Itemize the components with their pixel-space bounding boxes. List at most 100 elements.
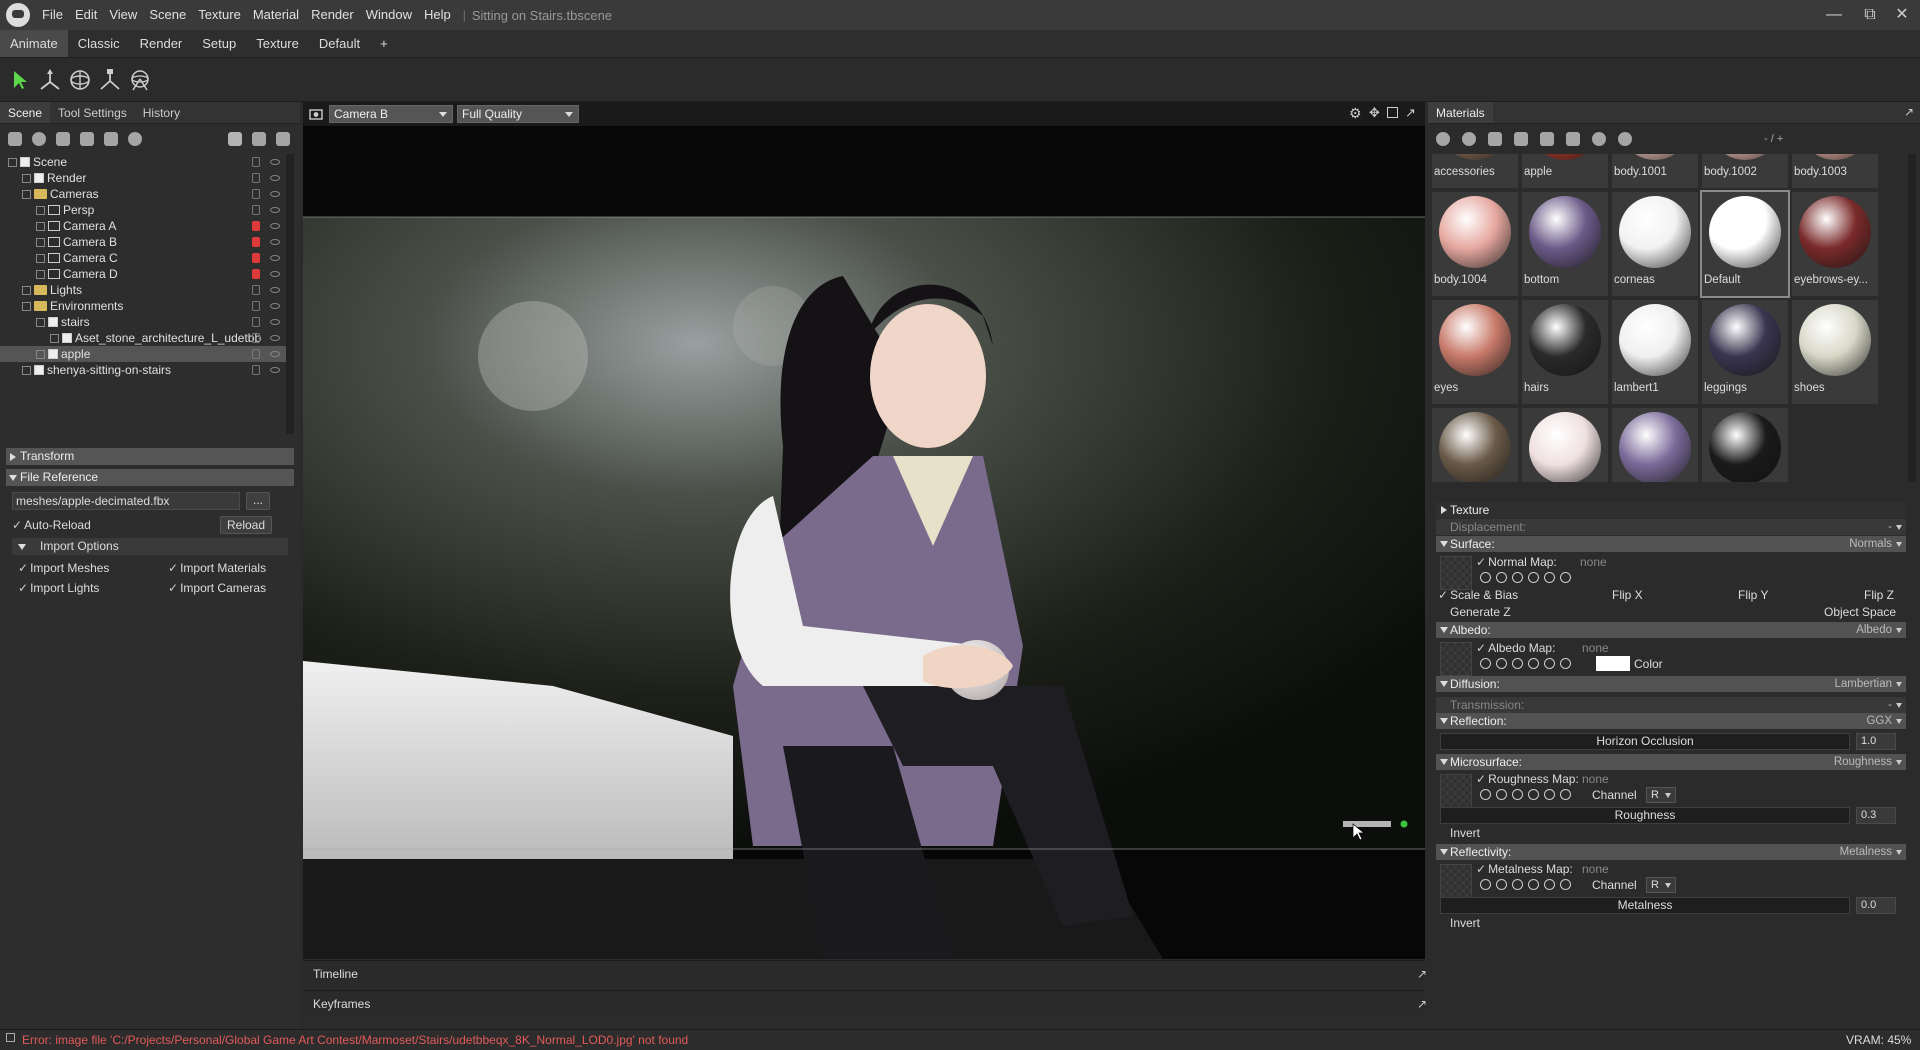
- lock-icon[interactable]: [252, 173, 260, 183]
- flip-x-checkbox[interactable]: Flip X: [1612, 588, 1643, 602]
- material-thumbnail[interactable]: [1612, 408, 1698, 482]
- material-thumbnail[interactable]: body.1001: [1612, 154, 1698, 188]
- metalness-value[interactable]: 0.0: [1856, 897, 1896, 914]
- metalness-channel-select[interactable]: R: [1646, 877, 1676, 893]
- keyframes-strip[interactable]: Keyframes ↗: [303, 990, 1427, 1017]
- camera-select[interactable]: Camera B: [329, 105, 453, 123]
- expand-icon[interactable]: [22, 302, 31, 311]
- visibility-icon[interactable]: [270, 287, 280, 293]
- visibility-icon[interactable]: [270, 271, 280, 277]
- roughness-map-label[interactable]: Roughness Map:: [1476, 772, 1579, 786]
- material-thumbnail[interactable]: Default: [1700, 190, 1790, 298]
- reflectivity-section[interactable]: Reflectivity: Metalness: [1436, 844, 1906, 860]
- lock-icon[interactable]: [252, 237, 260, 247]
- visibility-icon[interactable]: [270, 367, 280, 373]
- visibility-icon[interactable]: [270, 319, 280, 325]
- texture-section[interactable]: Texture: [1436, 502, 1906, 518]
- timeline-expand-icon[interactable]: ↗: [1407, 961, 1427, 987]
- expand-icon[interactable]: [36, 206, 45, 215]
- albedo-map-label[interactable]: Albedo Map:: [1476, 641, 1555, 655]
- rotate-tool-icon[interactable]: [66, 66, 94, 94]
- material-thumbnail[interactable]: bottom: [1522, 192, 1608, 296]
- tree-item[interactable]: stairs: [0, 314, 292, 330]
- lock-icon[interactable]: [252, 157, 260, 167]
- tab-classic[interactable]: Classic: [68, 30, 130, 57]
- lock-icon[interactable]: [252, 365, 260, 375]
- add-tab-button[interactable]: +: [370, 30, 398, 57]
- import-materials-checkbox[interactable]: Import Materials: [168, 561, 266, 575]
- expand-icon[interactable]: [36, 238, 45, 247]
- add-material-icon[interactable]: [1436, 132, 1450, 146]
- metalness-invert-checkbox[interactable]: Invert: [1450, 916, 1480, 930]
- menu-scene[interactable]: Scene: [143, 0, 192, 30]
- reload-button[interactable]: Reload: [220, 516, 272, 534]
- scale-tool-icon[interactable]: [96, 66, 124, 94]
- file-path-field[interactable]: meshes/apple-decimated.fbx: [12, 492, 240, 510]
- visibility-icon[interactable]: [270, 159, 280, 165]
- reflection-section[interactable]: Reflection: GGX: [1436, 713, 1906, 729]
- checker-icon[interactable]: [1488, 132, 1502, 146]
- export-icon[interactable]: [1618, 132, 1632, 146]
- keyframes-expand-icon[interactable]: ↗: [1407, 991, 1427, 1017]
- roughness-invert-checkbox[interactable]: Invert: [1450, 826, 1480, 840]
- albedo-color-swatch[interactable]: [1596, 656, 1630, 671]
- expand-icon[interactable]: [36, 254, 45, 263]
- restore-icon[interactable]: ⧉: [1852, 0, 1888, 30]
- browse-button[interactable]: ...: [246, 492, 270, 510]
- tree-item[interactable]: Camera C: [0, 250, 292, 266]
- expand-icon[interactable]: [22, 366, 31, 375]
- add-shadow-icon[interactable]: [128, 132, 142, 146]
- lock-icon[interactable]: [252, 269, 260, 279]
- viewport-settings-icon[interactable]: ⚙: [1349, 105, 1362, 122]
- visibility-icon[interactable]: [270, 335, 280, 341]
- lock-icon[interactable]: [252, 333, 260, 343]
- tree-scrollbar[interactable]: [286, 154, 294, 434]
- tree-item[interactable]: Lights: [0, 282, 292, 298]
- delete-icon[interactable]: [276, 132, 290, 146]
- expand-icon[interactable]: [8, 158, 17, 167]
- transmission-dropdown[interactable]: -: [1888, 697, 1902, 713]
- horizon-occlusion-slider[interactable]: Horizon Occlusion: [1440, 733, 1850, 750]
- menu-edit[interactable]: Edit: [69, 0, 103, 30]
- timeline-strip[interactable]: Timeline ↗: [303, 960, 1427, 987]
- import-meshes-checkbox[interactable]: Import Meshes: [18, 561, 109, 575]
- menu-file[interactable]: File: [36, 0, 69, 30]
- generate-z-checkbox[interactable]: Generate Z: [1450, 605, 1511, 619]
- menu-help[interactable]: Help: [418, 0, 457, 30]
- expand-icon[interactable]: [36, 318, 45, 327]
- add-sky-icon[interactable]: [80, 132, 94, 146]
- scale-bias-checkbox[interactable]: Scale & Bias: [1438, 588, 1518, 602]
- pan-icon[interactable]: ✥: [1369, 105, 1380, 121]
- picker-icon[interactable]: [1592, 132, 1606, 146]
- add-mesh-icon[interactable]: [8, 132, 22, 146]
- materials-scrollbar[interactable]: [1908, 154, 1916, 482]
- material-thumbnail[interactable]: hairs: [1522, 300, 1608, 404]
- surface-dropdown[interactable]: Normals: [1849, 536, 1902, 552]
- expand-icon[interactable]: [36, 350, 45, 359]
- metalness-map-tools[interactable]: [1480, 879, 1571, 890]
- tab-history[interactable]: History: [135, 102, 188, 123]
- menu-material[interactable]: Material: [247, 0, 305, 30]
- material-thumbnail[interactable]: lambert1: [1612, 300, 1698, 404]
- visibility-icon[interactable]: [270, 351, 280, 357]
- visibility-icon[interactable]: [270, 191, 280, 197]
- lock-icon[interactable]: [252, 189, 260, 199]
- roughness-value[interactable]: 0.3: [1856, 807, 1896, 824]
- tree-item[interactable]: Environments: [0, 298, 292, 314]
- microsurface-dropdown[interactable]: Roughness: [1834, 754, 1903, 770]
- select-tool-icon[interactable]: [6, 66, 34, 94]
- add-shape-icon[interactable]: [104, 132, 118, 146]
- lock-icon[interactable]: [252, 285, 260, 295]
- transform-section[interactable]: Transform: [6, 448, 294, 465]
- flip-y-checkbox[interactable]: Flip Y: [1738, 588, 1768, 602]
- add-light-icon[interactable]: [32, 132, 46, 146]
- visibility-icon[interactable]: [270, 239, 280, 245]
- expand-icon[interactable]: [50, 334, 59, 343]
- material-thumbnail[interactable]: apple: [1522, 154, 1608, 188]
- reflectivity-dropdown[interactable]: Metalness: [1840, 844, 1903, 860]
- import-options-section[interactable]: Import Options: [12, 538, 288, 555]
- expand-icon[interactable]: [22, 286, 31, 295]
- albedo-section[interactable]: Albedo: Albedo: [1436, 622, 1906, 638]
- lock-icon[interactable]: [252, 205, 260, 215]
- camera-icon[interactable]: [309, 107, 323, 121]
